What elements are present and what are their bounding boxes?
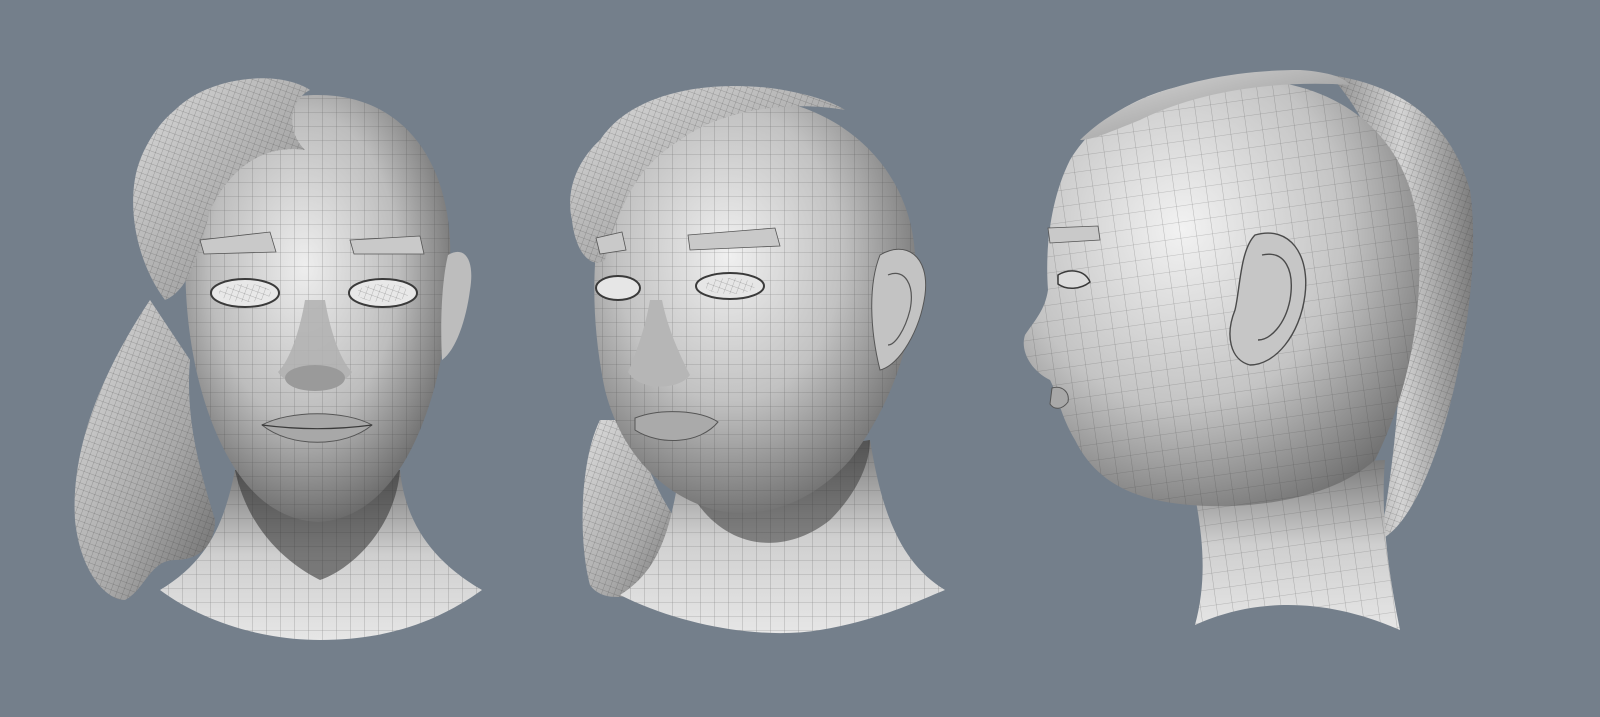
render-canvas: [0, 0, 1600, 717]
profile-brow: [1047, 225, 1101, 244]
profile-lips: [1049, 386, 1069, 409]
tq-eye-left: [595, 275, 641, 301]
render-viewport: [0, 0, 1600, 717]
